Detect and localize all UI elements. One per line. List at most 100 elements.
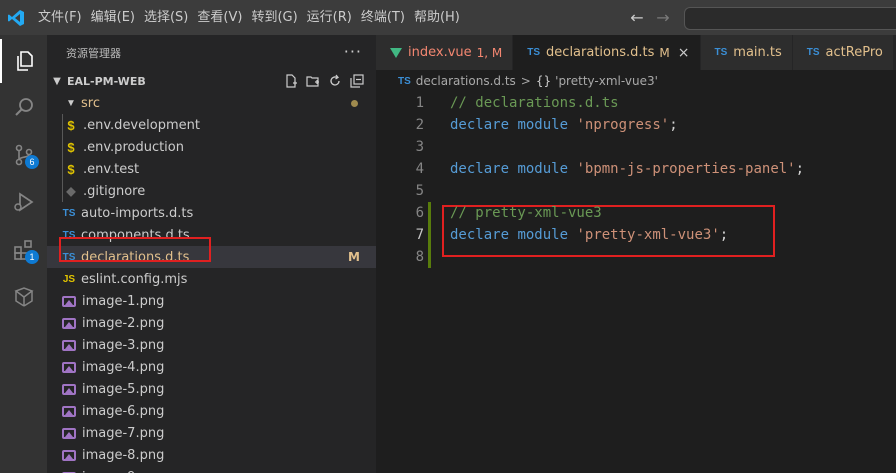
- code-text: declare module 'pretty-xml-vue3';: [450, 227, 728, 243]
- tab-label: actRePro: [825, 45, 883, 60]
- back-arrow-icon[interactable]: ←: [624, 8, 650, 27]
- file-item[interactable]: image-1.png: [47, 290, 376, 312]
- source-control-icon[interactable]: 6: [0, 133, 47, 177]
- git-status-badge: M: [348, 250, 360, 264]
- close-tab-icon[interactable]: ×: [678, 45, 690, 61]
- env-file-icon: $: [67, 161, 75, 177]
- menu-item[interactable]: 运行(R): [304, 0, 355, 35]
- ts-file-icon: TS: [714, 47, 728, 58]
- image-file-icon: [62, 317, 76, 329]
- file-item[interactable]: image-2.png: [47, 312, 376, 334]
- folder-item[interactable]: ▼ src: [47, 92, 376, 114]
- file-item[interactable]: $ .env.test: [47, 158, 376, 180]
- run-debug-icon[interactable]: [0, 180, 47, 224]
- indent-guide: [62, 180, 63, 202]
- menu-item[interactable]: 终端(T): [358, 0, 408, 35]
- search-icon[interactable]: [0, 85, 47, 129]
- file-label: image-7.png: [82, 425, 165, 441]
- code-line[interactable]: 6 // pretty-xml-vue3: [376, 202, 602, 224]
- menu-item[interactable]: 转到(G): [248, 0, 300, 35]
- menu-item[interactable]: 查看(V): [194, 0, 245, 35]
- extensions-icon[interactable]: 1: [0, 228, 47, 272]
- image-file-icon: [62, 295, 76, 307]
- file-item[interactable]: ◆ .gitignore: [47, 180, 376, 202]
- file-item[interactable]: image-6.png: [47, 400, 376, 422]
- line-number: 1: [415, 95, 424, 111]
- code-token: declare: [450, 117, 510, 133]
- code-line[interactable]: 7 declare module 'pretty-xml-vue3';: [376, 224, 729, 246]
- file-item[interactable]: $ .env.production: [47, 136, 376, 158]
- file-item[interactable]: $ .env.development: [47, 114, 376, 136]
- file-item[interactable]: image-8.png: [47, 444, 376, 466]
- breadcrumb-file[interactable]: declarations.d.ts: [416, 74, 516, 88]
- code-line[interactable]: 2 declare module 'nprogress';: [376, 114, 678, 136]
- activity-bar: 6 1: [0, 35, 47, 473]
- source-control-badge: 6: [25, 155, 39, 169]
- remote-explorer-icon[interactable]: [0, 275, 47, 319]
- file-item[interactable]: TS auto-imports.d.ts: [47, 202, 376, 224]
- code-line[interactable]: 1 // declarations.d.ts: [376, 92, 619, 114]
- code-line[interactable]: 8: [376, 246, 424, 268]
- file-tree: ▼ src $ .env.development $ .env.production $ .e…: [47, 92, 376, 473]
- code-line[interactable]: 4 declare module 'bpmn-js-properties-pane…: [376, 158, 805, 180]
- code-text: // pretty-xml-vue3: [450, 205, 602, 221]
- file-item[interactable]: image-9.png: [47, 466, 376, 473]
- tab-status: 1, M: [476, 45, 503, 60]
- breadcrumb: TS declarations.d.ts > {} 'pretty-xml-vu…: [376, 70, 896, 92]
- git-added-gutter: [428, 202, 431, 268]
- line-number: 7: [415, 227, 424, 243]
- code-token: declare: [450, 161, 510, 177]
- js-file-icon: JS: [62, 273, 76, 285]
- ts-file-icon: TS: [398, 75, 411, 87]
- editor-tab[interactable]: TS declarations.d.ts M ×: [513, 35, 701, 70]
- file-item[interactable]: image-5.png: [47, 378, 376, 400]
- code-line[interactable]: 5: [376, 180, 424, 202]
- breadcrumb-module[interactable]: 'pretty-xml-vue3': [555, 74, 658, 88]
- editor-tab[interactable]: TS actRePro: [792, 35, 894, 70]
- file-item[interactable]: JS eslint.config.mjs: [47, 268, 376, 290]
- vue-file-icon: [390, 47, 402, 58]
- code-editor[interactable]: 1 // declarations.d.ts 2 declare module 'np…: [376, 92, 896, 473]
- explorer-toolbar: [280, 72, 368, 90]
- explorer-title: 资源管理器: [66, 46, 121, 60]
- code-token: ;: [719, 227, 729, 243]
- file-label: image-5.png: [82, 381, 165, 397]
- line-number: 8: [415, 249, 424, 265]
- menu-item[interactable]: 选择(S): [141, 0, 191, 35]
- forward-arrow-icon[interactable]: →: [650, 8, 676, 27]
- code-line[interactable]: 3: [376, 136, 424, 158]
- editor-tab[interactable]: index.vue 1, M: [376, 35, 514, 70]
- code-token: module: [517, 161, 569, 177]
- file-label: auto-imports.d.ts: [81, 205, 194, 221]
- new-folder-icon[interactable]: [302, 72, 324, 90]
- file-label: image-1.png: [82, 293, 165, 309]
- file-item[interactable]: image-7.png: [47, 422, 376, 444]
- indent-guide: [62, 114, 63, 136]
- chevron-down-icon: ▼: [53, 75, 61, 87]
- ts-file-icon: TS: [806, 47, 820, 58]
- new-file-icon[interactable]: [280, 72, 302, 90]
- image-file-icon: [62, 427, 76, 439]
- more-actions-icon[interactable]: ···: [344, 42, 362, 61]
- command-center-search[interactable]: [684, 7, 896, 30]
- image-file-icon: [62, 339, 76, 351]
- menu-item[interactable]: 编辑(E): [88, 0, 138, 35]
- env-file-icon: $: [67, 117, 75, 133]
- modified-dot-icon: [351, 100, 358, 107]
- project-section-header[interactable]: ▼ EAL-PM-WEB: [47, 70, 376, 92]
- menu-item[interactable]: 文件(F): [35, 0, 85, 35]
- explorer-icon[interactable]: [0, 39, 47, 83]
- file-item[interactable]: image-4.png: [47, 356, 376, 378]
- refresh-icon[interactable]: [324, 72, 346, 90]
- line-number: 6: [415, 205, 424, 221]
- nav-arrows: ← →: [624, 0, 676, 35]
- line-number: 5: [415, 183, 424, 199]
- collapse-all-icon[interactable]: [346, 72, 368, 90]
- file-item[interactable]: image-3.png: [47, 334, 376, 356]
- title-bar: 文件(F) 编辑(E) 选择(S) 查看(V) 转到(G) 运行(R) 终端(T) 帮助(H)…: [0, 0, 896, 35]
- code-token: module: [517, 227, 569, 243]
- tab-label: declarations.d.ts: [546, 45, 655, 60]
- editor-tab[interactable]: TS main.ts: [700, 35, 793, 70]
- file-label: .env.development: [83, 117, 200, 133]
- menu-item[interactable]: 帮助(H): [411, 0, 463, 35]
